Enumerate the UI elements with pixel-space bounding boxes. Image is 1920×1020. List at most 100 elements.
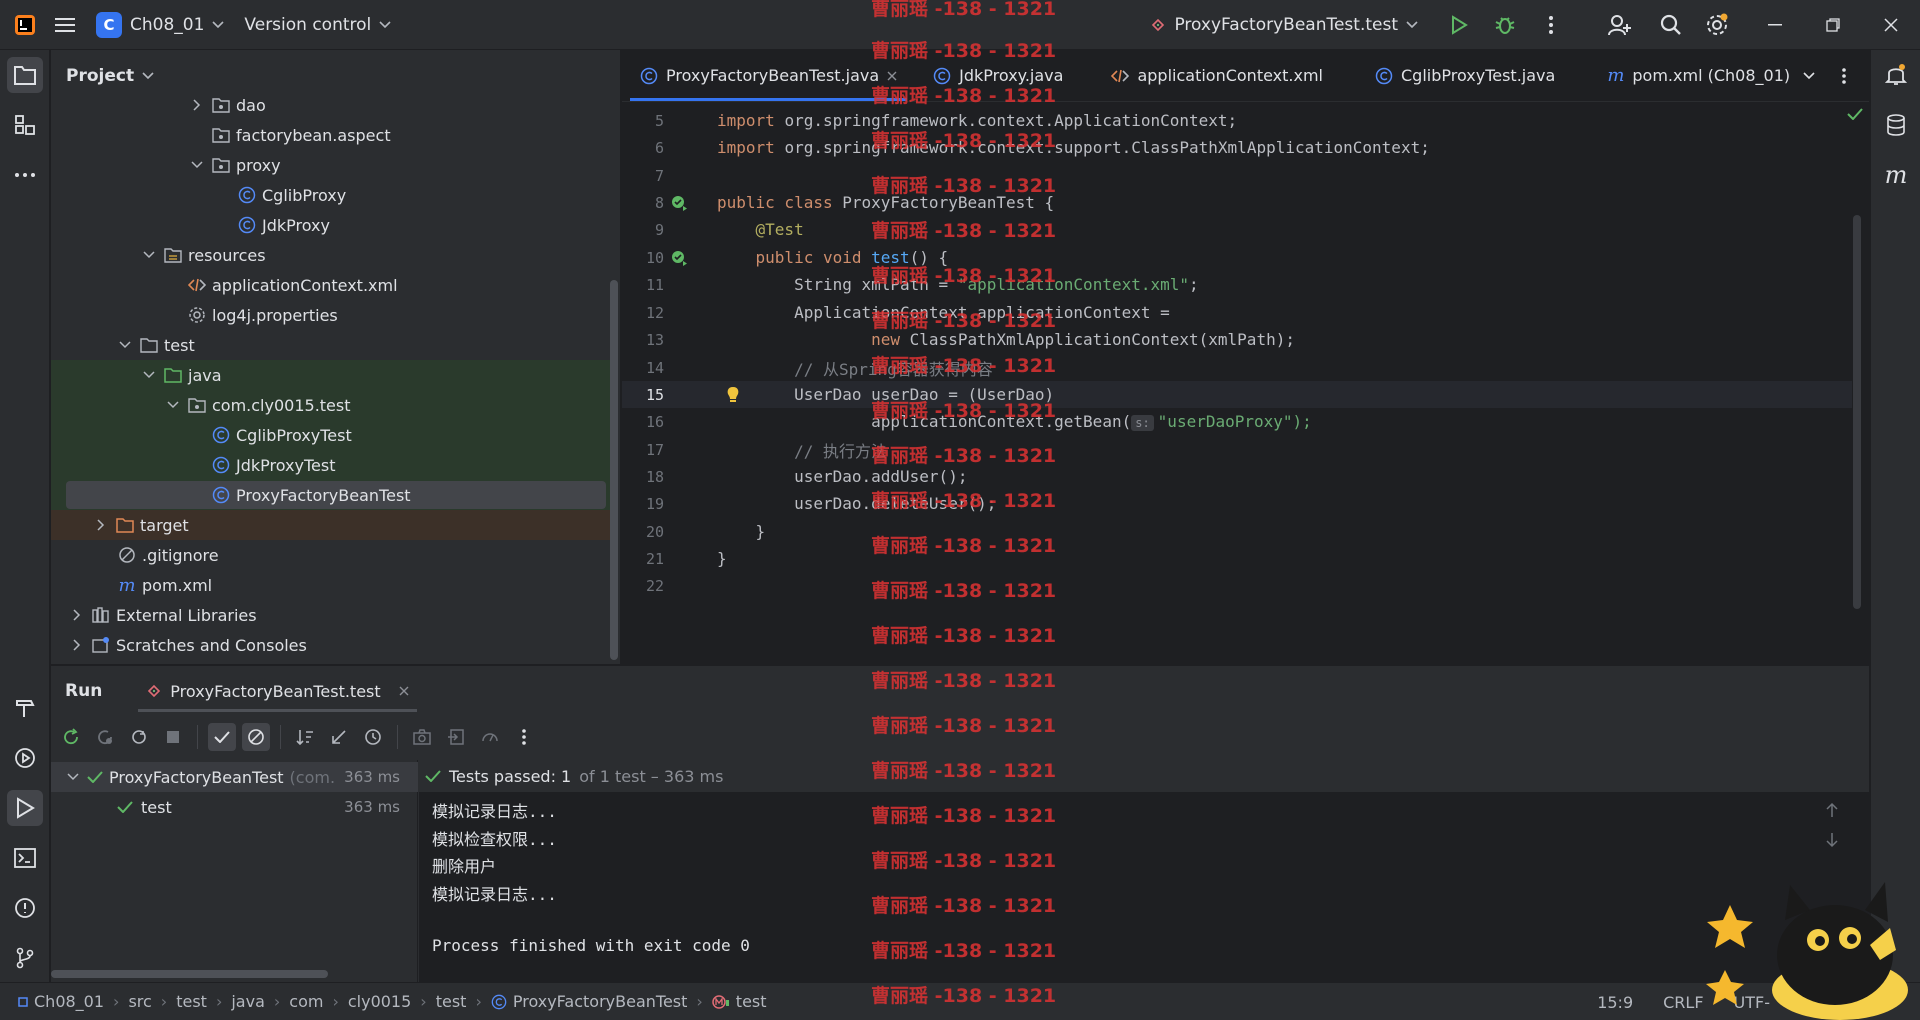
project-panel: Project dao factorybean.aspect proxy Cgl… bbox=[51, 50, 621, 664]
breadcrumb-label: test bbox=[735, 992, 767, 1011]
test-history-button[interactable] bbox=[359, 723, 387, 751]
coverage-button[interactable] bbox=[476, 723, 504, 751]
import-tests-button[interactable] bbox=[442, 723, 470, 751]
tab-applicationcontext-xml[interactable]: applicationContext.xml bbox=[1081, 50, 1341, 101]
tree-item-resources[interactable]: resources bbox=[51, 240, 611, 270]
project-switcher[interactable]: C Ch08_01 bbox=[86, 7, 234, 43]
run-config-selector[interactable]: ProxyFactoryBeanTest.test bbox=[1140, 7, 1428, 43]
notifications-button[interactable] bbox=[1878, 57, 1914, 93]
properties-file-icon bbox=[187, 305, 207, 325]
breadcrumb-src[interactable]: src bbox=[123, 992, 156, 1011]
code-line: 20 } bbox=[622, 518, 1852, 545]
problems-tool-button[interactable] bbox=[7, 890, 43, 926]
breadcrumb-separator: › bbox=[273, 992, 281, 1011]
terminal-tool-button[interactable] bbox=[7, 840, 43, 876]
project-scrollbar[interactable] bbox=[610, 280, 618, 660]
tree-item-com-cly0015-test[interactable]: com.cly0015.test bbox=[51, 390, 611, 420]
tree-item-applicationcontext-xml[interactable]: applicationContext.xml bbox=[51, 270, 611, 300]
toggle-auto-test-button[interactable] bbox=[125, 723, 153, 751]
tree-item-log4j-properties[interactable]: log4j.properties bbox=[51, 300, 611, 330]
code-with-me-button[interactable] bbox=[1592, 0, 1648, 50]
breadcrumb-java[interactable]: java bbox=[226, 992, 270, 1011]
run-tab-proxyfactorybeantest[interactable]: ProxyFactoryBeanTest.test bbox=[138, 666, 418, 716]
breadcrumb-com[interactable]: com bbox=[284, 992, 328, 1011]
database-tool-button[interactable] bbox=[1878, 107, 1914, 143]
rerun-button[interactable] bbox=[57, 723, 85, 751]
tabs-overflow-button[interactable] bbox=[1803, 50, 1815, 102]
git-tool-button[interactable] bbox=[7, 940, 43, 976]
maven-tool-button[interactable]: m bbox=[1878, 157, 1914, 193]
tree-item-cglibproxytest[interactable]: CglibProxyTest bbox=[51, 420, 611, 450]
tree-item-target[interactable]: target bbox=[51, 510, 611, 540]
show-passed-toggle[interactable] bbox=[208, 723, 236, 751]
more-actions-button[interactable] bbox=[1528, 0, 1574, 50]
tab-cglibproxytest-java[interactable]: CglibProxyTest.java bbox=[1341, 50, 1573, 101]
rerun-failed-button[interactable] bbox=[91, 723, 119, 751]
settings-button[interactable] bbox=[1694, 0, 1740, 50]
collapse-all-button[interactable] bbox=[325, 723, 353, 751]
run-test-gutter-icon[interactable] bbox=[670, 249, 688, 267]
main-menu-button[interactable] bbox=[44, 7, 86, 43]
close-icon[interactable] bbox=[887, 71, 897, 81]
tree-item-factorybean-aspect[interactable]: factorybean.aspect bbox=[51, 120, 611, 150]
tab-pom-xml[interactable]: m pom.xml (Ch08_01) bbox=[1573, 50, 1808, 101]
version-control-menu[interactable]: Version control bbox=[234, 7, 401, 43]
run-panel-header: Run ProxyFactoryBeanTest.test bbox=[51, 666, 1869, 716]
tree-item-scratches[interactable]: Scratches and Consoles bbox=[51, 630, 611, 660]
services-tool-button[interactable] bbox=[7, 740, 43, 776]
tab-proxyfactorybeantest-java[interactable]: ProxyFactoryBeanTest.java bbox=[622, 50, 915, 101]
tree-item-gitignore[interactable]: .gitignore bbox=[51, 540, 611, 570]
tab-jdkproxy-java[interactable]: JdkProxy.java bbox=[915, 50, 1081, 101]
debug-button[interactable] bbox=[1482, 0, 1528, 50]
run-button[interactable] bbox=[1436, 0, 1482, 50]
app-logo[interactable] bbox=[0, 7, 44, 43]
breadcrumb-project[interactable]: Ch08_01 bbox=[0, 992, 109, 1011]
tree-item-dao[interactable]: dao bbox=[51, 90, 611, 120]
test-passed-icon bbox=[425, 770, 441, 782]
breadcrumb-class[interactable]: ProxyFactoryBeanTest bbox=[486, 992, 693, 1011]
no-problems-check-icon[interactable] bbox=[1847, 108, 1863, 120]
tree-item-proxyfactorybeantest[interactable]: ProxyFactoryBeanTest bbox=[66, 481, 606, 509]
tree-item-java[interactable]: java bbox=[51, 360, 611, 390]
stop-button[interactable] bbox=[159, 723, 187, 751]
sort-alphabetically-button[interactable] bbox=[291, 723, 319, 751]
screenshot-button[interactable] bbox=[408, 723, 436, 751]
close-window-button[interactable] bbox=[1862, 0, 1920, 50]
build-tool-button[interactable] bbox=[7, 690, 43, 726]
run-tool-button[interactable] bbox=[7, 790, 43, 826]
breadcrumb-label: test bbox=[435, 992, 467, 1011]
cursor-position[interactable]: 15:9 bbox=[1597, 993, 1633, 1012]
show-ignored-toggle[interactable] bbox=[242, 723, 270, 751]
more-tools-button[interactable] bbox=[7, 157, 43, 193]
project-tool-button[interactable] bbox=[7, 57, 43, 93]
tree-item-pom-xml[interactable]: m pom.xml bbox=[51, 570, 611, 600]
search-everywhere-button[interactable] bbox=[1648, 0, 1694, 50]
run-test-gutter-icon[interactable] bbox=[670, 194, 688, 212]
console-output[interactable]: 模拟记录日志... 模拟检查权限... 删除用户 模拟记录日志... Proce… bbox=[419, 792, 1869, 983]
close-icon[interactable] bbox=[399, 686, 409, 696]
scroll-up-icon[interactable] bbox=[1825, 802, 1839, 818]
breadcrumb-method[interactable]: test bbox=[707, 992, 772, 1011]
test-case-row[interactable]: test 363 ms bbox=[51, 792, 418, 822]
breadcrumb-cly0015[interactable]: cly0015 bbox=[343, 992, 416, 1011]
ignore-file-icon bbox=[117, 545, 137, 565]
structure-tool-button[interactable] bbox=[7, 107, 43, 143]
tree-item-test[interactable]: test bbox=[51, 330, 611, 360]
tabs-more-button[interactable] bbox=[1841, 50, 1847, 102]
restore-button[interactable] bbox=[1804, 0, 1862, 50]
java-class-icon bbox=[211, 485, 231, 505]
tree-item-cglibproxy[interactable]: CglibProxy bbox=[51, 180, 611, 210]
breadcrumb-test-package[interactable]: test bbox=[431, 992, 472, 1011]
maven-icon: m bbox=[1607, 65, 1625, 86]
code-text: public class ProxyFactoryBeanTest { bbox=[717, 193, 1055, 212]
minimize-button[interactable] bbox=[1746, 0, 1804, 50]
tree-item-jdkproxytest[interactable]: JdkProxyTest bbox=[51, 450, 611, 480]
test-suite-row[interactable]: ProxyFactoryBeanTest (com.c 363 ms bbox=[51, 762, 418, 792]
breadcrumb-test[interactable]: test bbox=[171, 992, 212, 1011]
test-tree-scrollbar[interactable] bbox=[51, 970, 328, 978]
tree-item-external-libraries[interactable]: External Libraries bbox=[51, 600, 611, 630]
run-more-button[interactable] bbox=[510, 723, 538, 751]
tree-item-jdkproxy[interactable]: JdkProxy bbox=[51, 210, 611, 240]
tree-item-proxy[interactable]: proxy bbox=[51, 150, 611, 180]
editor-scrollbar[interactable] bbox=[1853, 215, 1861, 609]
